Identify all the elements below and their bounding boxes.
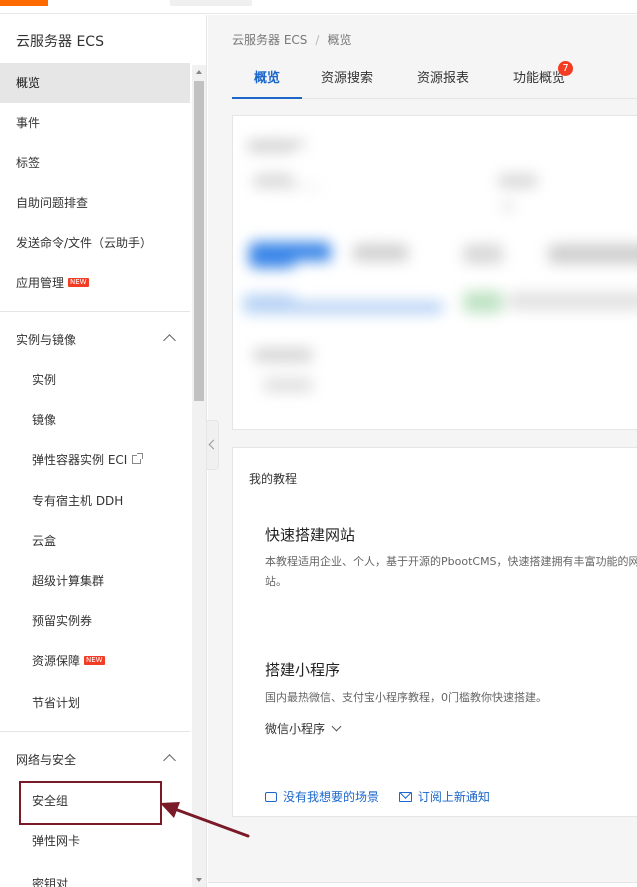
sidebar-item-reserved-instances[interactable]: 预留实例券	[0, 601, 190, 641]
sidebar-item-overview[interactable]: 概览	[0, 63, 190, 103]
tab-resource-search[interactable]: 资源搜索	[321, 63, 373, 99]
sidebar-item-app-management[interactable]: 应用管理 NEW	[0, 263, 190, 303]
sidebar-item-resource-guarantee[interactable]: 资源保障 NEW	[0, 641, 190, 681]
sidebar-item-eci[interactable]: 弹性容器实例 ECI	[0, 440, 190, 480]
sidebar-item-label: 概览	[16, 76, 41, 90]
breadcrumb: 云服务器 ECS / 概览	[232, 31, 351, 48]
tutorial-card: 我的教程 快速搭建网站 本教程适用企业、个人，基于开源的PbootCMS，快速搭…	[232, 447, 637, 817]
breadcrumb-separator: /	[315, 33, 320, 47]
external-link-icon	[132, 453, 144, 464]
sidebar-item-label: 发送命令/文件（云助手）	[16, 236, 153, 250]
blurred-overview-card	[232, 115, 637, 430]
sidebar-item-label: 云盒	[32, 534, 57, 548]
sidebar-item-key-pairs[interactable]: 密钥对	[0, 864, 190, 887]
sidebar-item-events[interactable]: 事件	[0, 103, 190, 143]
sidebar-scrollbar[interactable]	[192, 65, 206, 887]
chevron-up-icon	[163, 754, 176, 767]
sidebar-item-tags[interactable]: 标签	[0, 143, 190, 183]
sidebar-item-savings-plan[interactable]: 节省计划	[0, 683, 190, 723]
breadcrumb-root[interactable]: 云服务器 ECS	[232, 33, 307, 47]
sidebar-item-label: 超级计算集群	[32, 574, 105, 588]
sidebar-item-label: 预留实例券	[32, 614, 93, 628]
sidebar-item-label: 实例	[32, 373, 57, 387]
group-header-network[interactable]: 网络与安全	[0, 740, 190, 780]
mail-icon	[398, 791, 412, 802]
top-bar	[0, 0, 637, 14]
tab-label: 功能概览	[513, 71, 566, 86]
sidebar-item-images[interactable]: 镜像	[0, 400, 190, 440]
sidebar-item-label: 专有宿主机 DDH	[32, 494, 124, 508]
sidebar-item-label: 弹性网卡	[32, 834, 81, 848]
highlight-box	[19, 781, 162, 825]
group-header-label: 实例与镜像	[16, 333, 77, 347]
sidebar-item-label: 镜像	[32, 413, 57, 427]
sidebar-item-label: 节省计划	[32, 696, 81, 710]
pointer-arrow-icon	[160, 802, 250, 838]
tutorial-title-website[interactable]: 快速搭建网站	[265, 524, 355, 545]
sidebar-item-label: 资源保障	[32, 654, 81, 668]
group-header-label: 网络与安全	[16, 753, 77, 767]
tutorial-desc-website: 本教程适用企业、个人，基于开源的PbootCMS，快速搭建拥有丰富功能的网站。	[265, 555, 637, 588]
breadcrumb-current: 概览	[327, 33, 352, 47]
sidebar-item-label: 密钥对	[32, 877, 69, 887]
wechat-miniprogram-dropdown[interactable]: 微信小程序	[265, 720, 342, 737]
sidebar-item-label: 自助问题排查	[16, 196, 89, 210]
sidebar-item-label: 应用管理	[16, 276, 65, 290]
top-tab-ghost	[170, 0, 252, 6]
sidebar-collapse-handle[interactable]	[207, 420, 219, 470]
subscribe-link[interactable]: 订阅上新通知	[398, 790, 490, 804]
sidebar: 云服务器 ECS 概览 事件 标签 自助问题排查 发送命令/文件（云助手） 应用…	[0, 15, 207, 887]
sidebar-item-label: 标签	[16, 156, 41, 170]
tutorial-footer: 没有我想要的场景 订阅上新通知	[265, 788, 506, 805]
no-scene-label: 没有我想要的场景	[283, 790, 380, 804]
sidebar-item-label: 弹性容器实例 ECI	[32, 453, 128, 467]
dropdown-label: 微信小程序	[265, 722, 326, 736]
tab-overview[interactable]: 概览	[232, 63, 303, 99]
no-scene-link[interactable]: 没有我想要的场景	[265, 790, 379, 804]
tab-label: 资源搜索	[321, 71, 374, 86]
brand-logo-strip[interactable]	[0, 0, 48, 6]
tutorial-desc-miniprogram: 国内最热微信、支付宝小程序教程，0门槛教你快速搭建。	[265, 691, 547, 704]
chat-icon	[265, 791, 277, 802]
sidebar-item-label: 事件	[16, 116, 41, 130]
sidebar-item-scc[interactable]: 超级计算集群	[0, 561, 190, 601]
subscribe-label: 订阅上新通知	[417, 790, 490, 804]
chevron-up-icon	[163, 334, 176, 347]
tab-resource-report[interactable]: 资源报表	[417, 63, 469, 99]
scroll-down-arrow-icon[interactable]	[196, 878, 202, 882]
main-content: 云服务器 ECS / 概览 概览 资源搜索 资源报表 功能概览 7 我的教程 快速搭	[208, 15, 637, 887]
tab-feature-overview[interactable]: 功能概览 7	[513, 61, 574, 99]
sidebar-item-troubleshoot[interactable]: 自助问题排查	[0, 183, 190, 223]
scrollbar-thumb[interactable]	[194, 81, 204, 401]
sidebar-divider	[0, 731, 190, 732]
tutorial-title-miniprogram[interactable]: 搭建小程序	[265, 659, 340, 680]
new-badge: NEW	[84, 656, 105, 665]
tab-label: 概览	[254, 71, 281, 86]
group-header-instances[interactable]: 实例与镜像	[0, 320, 190, 360]
new-badge: NEW	[68, 278, 89, 287]
sidebar-title: 云服务器 ECS	[16, 34, 104, 50]
sidebar-item-cloud-assistant[interactable]: 发送命令/文件（云助手）	[0, 223, 190, 263]
bottom-bar	[208, 882, 637, 887]
sidebar-item-cloud-box[interactable]: 云盒	[0, 521, 190, 561]
chevron-down-icon	[331, 721, 342, 732]
sidebar-divider	[0, 311, 190, 312]
tutorial-card-title: 我的教程	[249, 472, 298, 486]
notification-badge: 7	[558, 61, 574, 76]
scroll-up-arrow-icon[interactable]	[196, 70, 202, 74]
sidebar-item-instances[interactable]: 实例	[0, 360, 190, 400]
tab-label: 资源报表	[417, 71, 470, 86]
tab-bar: 概览 资源搜索 资源报表 功能概览 7	[232, 61, 637, 99]
blurred-content	[233, 116, 637, 429]
sidebar-item-ddh[interactable]: 专有宿主机 DDH	[0, 481, 190, 521]
